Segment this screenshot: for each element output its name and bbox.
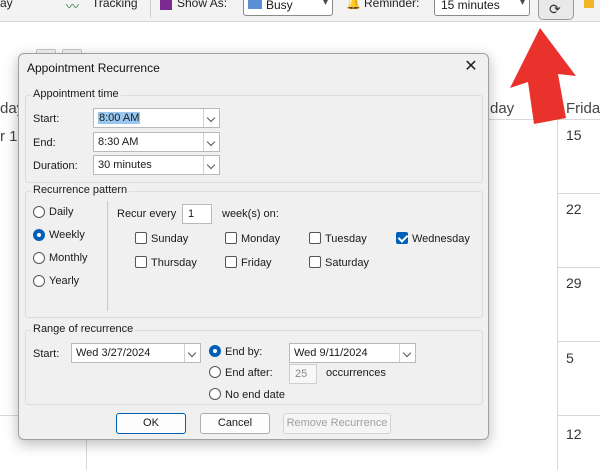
chevron-down-icon[interactable] — [184, 344, 200, 362]
pointer-arrow-icon — [510, 28, 576, 124]
calendar-date-cell[interactable]: 12 — [566, 426, 582, 442]
yearly-label[interactable]: Yearly — [49, 275, 79, 287]
calendar-date-cell[interactable]: 22 — [566, 201, 582, 217]
end-by-value: Wed 9/11/2024 — [294, 347, 368, 359]
show-as-value: Busy — [266, 0, 293, 12]
end-after-label[interactable]: End after: — [225, 367, 273, 379]
daily-label[interactable]: Daily — [49, 206, 73, 218]
pattern-divider — [107, 201, 108, 311]
thursday-label[interactable]: Thursday — [151, 257, 197, 269]
calendar-date-cell[interactable]: 29 — [566, 275, 582, 291]
monthly-radio[interactable] — [33, 252, 45, 264]
recur-every-value: 1 — [188, 208, 195, 220]
end-after-radio[interactable] — [209, 366, 221, 378]
range-of-recurrence-legend: Range of recurrence — [31, 323, 136, 335]
ribbon-left-partial-label: ay — [0, 0, 13, 10]
bell-icon: 🔔 — [346, 0, 361, 10]
range-start-label: Start: — [33, 348, 60, 360]
start-time-combo[interactable]: 8:00 AM — [93, 108, 220, 128]
reminder-dropdown[interactable]: 15 minutes ▾ — [434, 0, 530, 16]
daily-radio[interactable] — [33, 206, 45, 218]
tuesday-label[interactable]: Tuesday — [325, 233, 367, 245]
no-end-date-radio[interactable] — [209, 388, 221, 400]
busy-color-icon — [248, 0, 262, 9]
end-after-value: 25 — [295, 368, 308, 380]
chevron-down-icon: ▾ — [519, 0, 525, 8]
chevron-down-icon[interactable] — [203, 156, 219, 174]
sunday-label[interactable]: Sunday — [151, 233, 188, 245]
sunday-checkbox[interactable] — [135, 232, 147, 244]
show-as-label: Show As: — [177, 0, 228, 10]
end-by-radio[interactable] — [209, 345, 221, 357]
friday-checkbox[interactable] — [225, 256, 237, 268]
occurrences-label: occurrences — [326, 367, 386, 379]
ribbon-right-icon[interactable] — [584, 0, 594, 8]
saturday-checkbox[interactable] — [309, 256, 321, 268]
end-time-value: 8:30 AM — [98, 136, 139, 148]
thursday-checkbox[interactable] — [135, 256, 147, 268]
start-time-value: 8:00 AM — [98, 112, 141, 124]
end-after-input[interactable]: 25 — [289, 364, 317, 384]
tracking-button[interactable]: Tracking — [92, 0, 138, 10]
chevron-down-icon[interactable] — [203, 133, 219, 151]
monday-label[interactable]: Monday — [241, 233, 280, 245]
close-icon[interactable]: ✕ — [460, 57, 482, 77]
recurrence-button[interactable]: ⟳ — [538, 0, 574, 20]
calendar-date-cell[interactable]: 5 — [566, 350, 574, 366]
dialog-title: Appointment Recurrence — [27, 61, 160, 75]
recur-every-input[interactable]: 1 — [182, 204, 212, 224]
yearly-radio[interactable] — [33, 275, 45, 287]
duration-value: 30 minutes — [98, 159, 152, 171]
calendar-date-cell[interactable]: 15 — [566, 127, 582, 143]
tracking-icon[interactable]: 〰 — [66, 0, 79, 15]
weekly-radio[interactable] — [33, 229, 45, 241]
chevron-down-icon[interactable] — [203, 109, 219, 127]
saturday-label[interactable]: Saturday — [325, 257, 369, 269]
show-as-dropdown[interactable]: Busy ▾ — [243, 0, 333, 16]
recurrence-pattern-legend: Recurrence pattern — [31, 184, 130, 196]
ok-button[interactable]: OK — [116, 413, 186, 434]
monday-checkbox[interactable] — [225, 232, 237, 244]
monthly-label[interactable]: Monthly — [49, 252, 88, 264]
wednesday-checkbox[interactable] — [396, 232, 408, 244]
start-time-label: Start: — [33, 113, 60, 125]
show-as-icon — [160, 0, 172, 10]
end-time-label: End: — [33, 137, 56, 149]
tuesday-checkbox[interactable] — [309, 232, 321, 244]
recurrence-icon: ⟳ — [549, 1, 561, 17]
no-end-date-label[interactable]: No end date — [225, 389, 285, 401]
end-by-label[interactable]: End by: — [225, 346, 262, 358]
chevron-down-icon[interactable] — [399, 344, 415, 362]
end-by-combo[interactable]: Wed 9/11/2024 — [289, 343, 416, 363]
appointment-time-legend: Appointment time — [31, 88, 121, 100]
weeks-on-label: week(s) on: — [222, 208, 279, 220]
reminder-value: 15 minutes — [441, 0, 500, 12]
duration-combo[interactable]: 30 minutes — [93, 155, 220, 175]
friday-label[interactable]: Friday — [241, 257, 272, 269]
end-time-combo[interactable]: 8:30 AM — [93, 132, 220, 152]
remove-recurrence-button[interactable]: Remove Recurrence — [283, 413, 391, 434]
cancel-button[interactable]: Cancel — [200, 413, 270, 434]
range-start-value: Wed 3/27/2024 — [76, 347, 151, 359]
range-start-combo[interactable]: Wed 3/27/2024 — [71, 343, 201, 363]
weekly-label[interactable]: Weekly — [49, 229, 85, 241]
recur-every-label: Recur every — [117, 208, 177, 220]
reminder-label: Reminder: — [364, 0, 420, 10]
chevron-down-icon: ▾ — [322, 0, 328, 8]
wednesday-label[interactable]: Wednesday — [412, 233, 470, 245]
appointment-recurrence-dialog: Appointment Recurrence ✕ Appointment tim… — [18, 53, 489, 440]
duration-label: Duration: — [33, 160, 78, 172]
ribbon-toolbar: ay 〰 Tracking Show As: Busy ▾ 🔔 Reminder… — [0, 0, 600, 22]
